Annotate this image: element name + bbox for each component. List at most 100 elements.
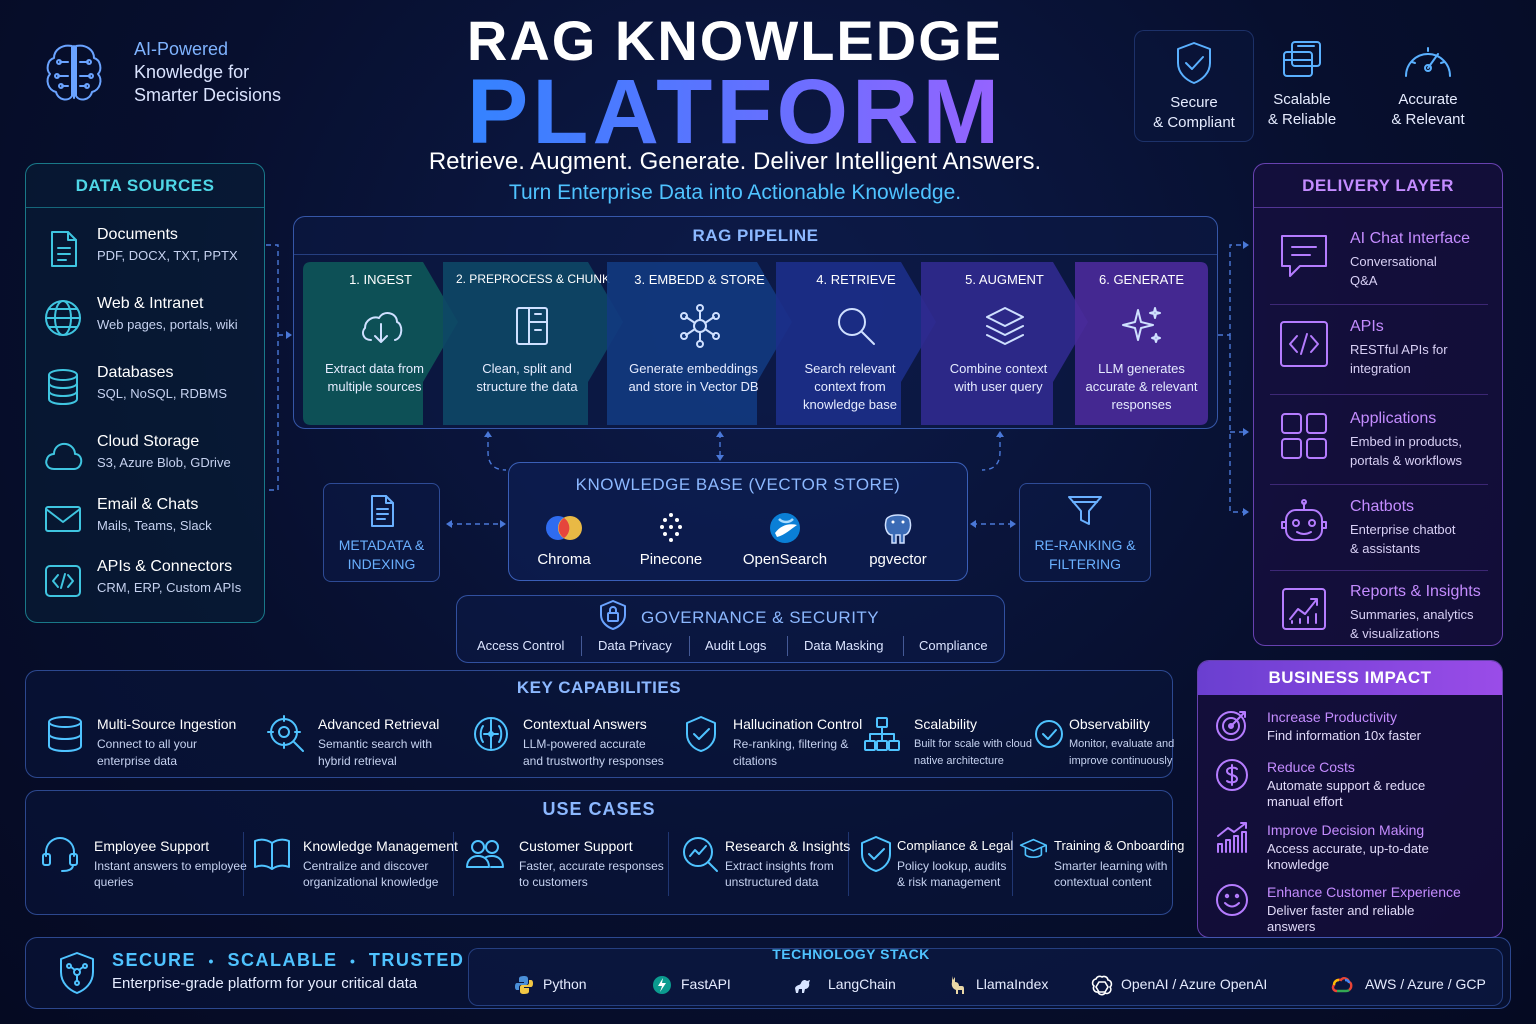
vector-store-pgvector: pgvector bbox=[843, 511, 953, 568]
shield-check-icon bbox=[1177, 42, 1211, 84]
capability-title: Advanced Retrieval bbox=[318, 716, 440, 732]
use-case-desc: queries bbox=[94, 875, 134, 889]
trust-word: SECURE bbox=[112, 950, 197, 970]
source-documents: Documents PDF, DOCX, TXT, PPTX bbox=[42, 224, 262, 280]
divider bbox=[787, 636, 788, 656]
divider bbox=[1270, 304, 1488, 305]
delivery-desc: Embed in products, bbox=[1350, 434, 1463, 449]
use-case-desc: Instant answers to employee bbox=[94, 859, 247, 873]
trust-line: SECURE • SCALABLE • TRUSTED bbox=[112, 950, 464, 971]
use-case-desc: contextual content bbox=[1054, 875, 1152, 889]
stage-desc: responses bbox=[1111, 397, 1172, 412]
stage-desc: Combine context bbox=[949, 361, 1048, 376]
cloud-icon bbox=[45, 442, 83, 470]
vector-store-name: Chroma bbox=[537, 551, 591, 568]
badge-label: Accurate bbox=[1398, 91, 1458, 108]
tech-name: LangChain bbox=[828, 976, 896, 992]
stage-desc: context from bbox=[814, 379, 886, 394]
pinecone-logo-icon bbox=[660, 513, 682, 542]
database-stack-icon bbox=[48, 716, 82, 752]
use-case-desc: unstructured data bbox=[725, 875, 819, 889]
robot-icon bbox=[1281, 499, 1327, 541]
trust-separator: • bbox=[208, 953, 215, 969]
stage-desc: with user query bbox=[954, 379, 1043, 394]
use-case-title: Customer Support bbox=[519, 838, 633, 854]
data-sources-panel: DATA SOURCES Documents PDF, DOCX, TXT, P… bbox=[25, 163, 265, 623]
split-doc-icon bbox=[516, 307, 548, 345]
smiley-icon bbox=[1216, 884, 1248, 916]
vector-store-chroma: Chroma bbox=[509, 511, 619, 568]
analytics-search-icon bbox=[683, 837, 718, 872]
graduation-cap-icon bbox=[1019, 838, 1047, 858]
delivery-title: Applications bbox=[1350, 410, 1437, 427]
brain-chip-icon bbox=[474, 717, 508, 751]
source-title: Web & Intranet bbox=[97, 295, 204, 312]
stage-desc: knowledge base bbox=[803, 397, 897, 412]
page-subtitle-secondary: Turn Enterprise Data into Actionable Kno… bbox=[508, 181, 962, 204]
use-case-desc: Centralize and discover bbox=[303, 859, 429, 873]
database-icon bbox=[48, 369, 78, 405]
pipeline-stage-retrieve: 4. RETRIEVE Search relevant context from… bbox=[776, 262, 936, 425]
use-case-title: Research & Insights bbox=[725, 838, 851, 854]
panel-title: DELIVERY LAYER bbox=[1254, 164, 1502, 208]
badge-accurate: Accurate & Relevant bbox=[1368, 36, 1488, 130]
capability-desc: Semantic search with bbox=[318, 737, 433, 751]
pipeline-stage-generate: 6. GENERATE LLM generates accurate & rel… bbox=[1075, 262, 1208, 425]
capability-title: Multi-Source Ingestion bbox=[97, 716, 237, 732]
document-list-icon bbox=[370, 495, 394, 527]
source-desc: SQL, NoSQL, RDBMS bbox=[97, 386, 228, 401]
delivery-desc: Q&A bbox=[1350, 273, 1378, 288]
capability-desc: hybrid retrieval bbox=[318, 754, 397, 768]
stage-desc: structure the data bbox=[476, 379, 578, 394]
tech-name: Python bbox=[543, 976, 587, 992]
capability-desc: LLM-powered accurate bbox=[523, 737, 646, 751]
governance-item: Access Control bbox=[477, 638, 565, 653]
users-icon bbox=[466, 840, 504, 868]
knowledge-base-panel: KNOWLEDGE BASE (VECTOR STORE) Chroma Pin… bbox=[508, 462, 968, 581]
panel-title: KNOWLEDGE BASE (VECTOR STORE) bbox=[575, 475, 901, 494]
search-icon bbox=[838, 308, 875, 345]
divider bbox=[1012, 832, 1013, 896]
chart-up-icon bbox=[1282, 588, 1326, 630]
vector-store-opensearch: OpenSearch bbox=[730, 511, 840, 568]
tagline-line: Knowledge for bbox=[134, 62, 250, 82]
delivery-reports: Reports & Insights Summaries, analytics … bbox=[1274, 579, 1499, 659]
box-label: METADATA & bbox=[338, 537, 425, 553]
impact-desc: manual effort bbox=[1267, 794, 1343, 809]
source-title: Cloud Storage bbox=[97, 433, 200, 450]
divider bbox=[848, 832, 849, 896]
panel-title: DATA SOURCES bbox=[26, 164, 264, 208]
stage-desc: Extract data from bbox=[325, 361, 424, 376]
impact-desc: answers bbox=[1267, 919, 1316, 934]
divider bbox=[1270, 394, 1488, 395]
fastapi-logo-icon bbox=[653, 976, 671, 994]
page-subtitle: Retrieve. Augment. Generate. Deliver Int… bbox=[428, 148, 1042, 175]
code-icon bbox=[45, 565, 81, 597]
badge-label: & Reliable bbox=[1267, 111, 1337, 128]
delivery-desc: & assistants bbox=[1350, 541, 1421, 556]
delivery-desc: Conversational bbox=[1350, 254, 1437, 269]
vector-store-name: pgvector bbox=[869, 551, 927, 568]
reranking-filtering-box: RE-RANKING & FILTERING bbox=[1019, 483, 1151, 582]
funnel-icon bbox=[1068, 496, 1102, 525]
source-web: Web & Intranet Web pages, portals, wiki bbox=[42, 293, 262, 349]
divider bbox=[243, 832, 244, 896]
trust-word: TRUSTED bbox=[368, 950, 465, 970]
delivery-chat-interface: AI Chat Interface Conversational Q&A bbox=[1274, 226, 1499, 306]
governance-item: Compliance bbox=[919, 638, 988, 653]
source-apis: APIs & Connectors CRM, ERP, Custom APIs bbox=[42, 556, 262, 612]
code-window-icon bbox=[1280, 321, 1328, 367]
capability-desc: Built for scale with cloud bbox=[914, 738, 1032, 750]
stage-desc: multiple sources bbox=[327, 379, 422, 394]
impact-title: Increase Productivity bbox=[1267, 709, 1397, 725]
postgres-elephant-icon bbox=[884, 514, 912, 544]
source-desc: Web pages, portals, wiki bbox=[97, 317, 238, 332]
stage-desc: LLM generates bbox=[1098, 361, 1185, 376]
vector-store-name: Pinecone bbox=[639, 551, 703, 568]
divider bbox=[453, 832, 454, 896]
delivery-desc: portals & workflows bbox=[1350, 453, 1462, 468]
gauge-icon bbox=[1405, 47, 1451, 77]
impact-title: Reduce Costs bbox=[1267, 759, 1355, 775]
box-label: INDEXING bbox=[347, 556, 416, 572]
python-logo-icon bbox=[515, 976, 533, 994]
